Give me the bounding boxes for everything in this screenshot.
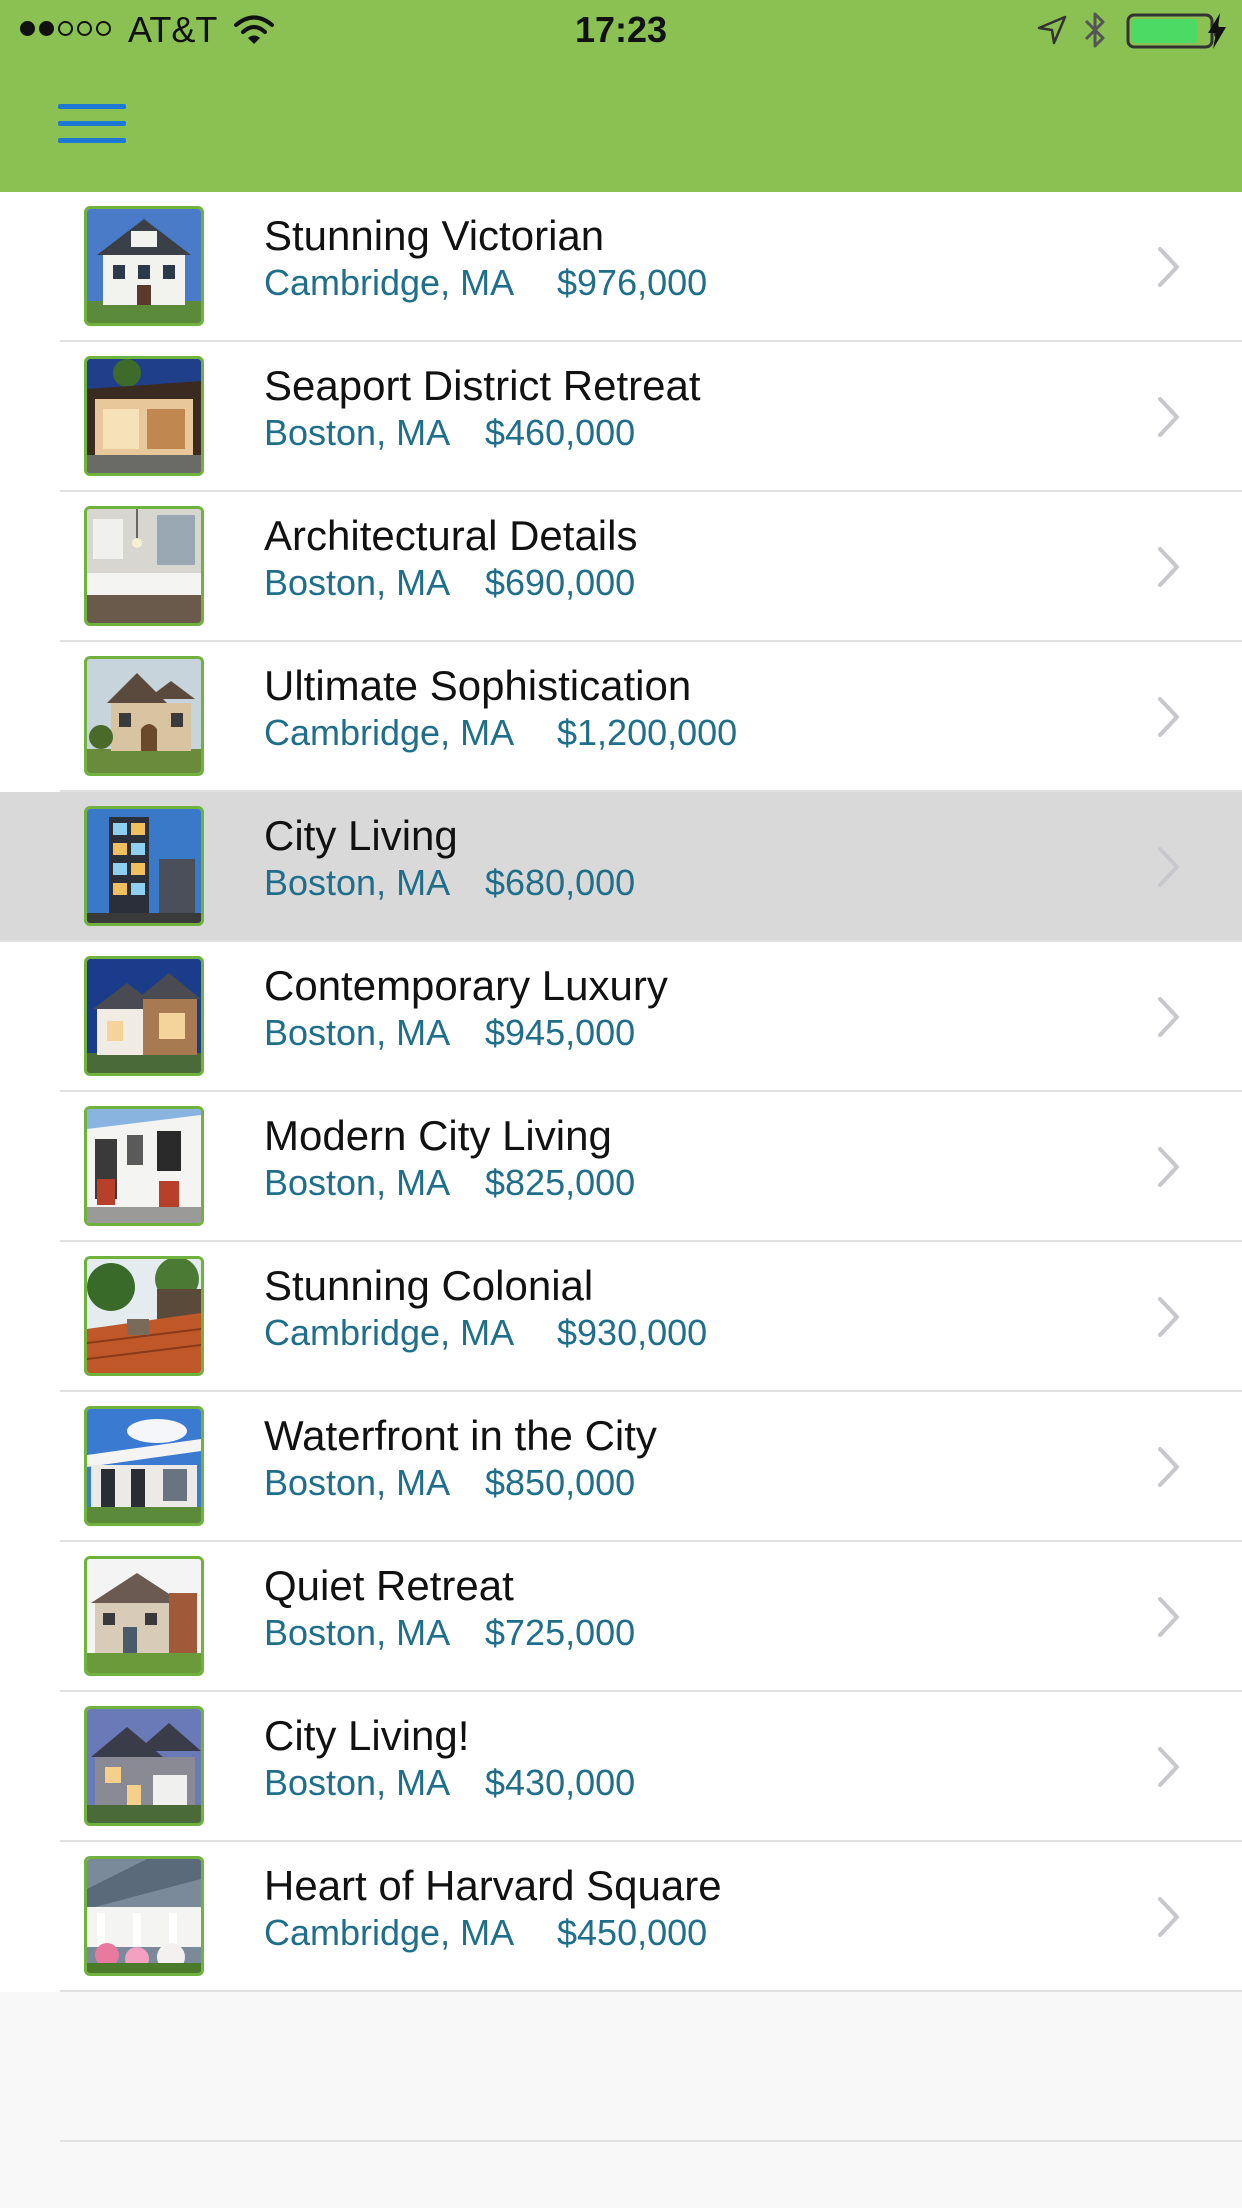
listing-price: $930,000: [557, 1312, 708, 1353]
chevron-right-icon: [1158, 1147, 1179, 1187]
listing-row[interactable]: Contemporary Luxury Boston, MA $945,000: [0, 942, 1242, 1092]
listing-location: Boston, MA: [264, 862, 451, 903]
listing-title: Seaport District Retreat: [264, 362, 701, 409]
listing-row[interactable]: City Living Boston, MA $680,000: [0, 792, 1242, 942]
listing-title: Quiet Retreat: [264, 1562, 514, 1609]
chevron-right-icon: [1158, 247, 1179, 287]
house-photo-thumbnail: [84, 1256, 204, 1376]
listing-price: $460,000: [485, 412, 636, 453]
status-bar: AT&T 17:23: [0, 0, 1242, 60]
listing-title: Ultimate Sophistication: [264, 662, 692, 709]
charging-bolt-icon: [1208, 13, 1226, 49]
listing-price: $1,200,000: [557, 712, 738, 753]
listing-title: Stunning Victorian: [264, 212, 605, 259]
listing-title: City Living: [264, 812, 458, 859]
listing-price: $725,000: [485, 1612, 636, 1653]
house-photo-thumbnail: [84, 1556, 204, 1676]
empty-row-divider: [60, 2140, 1242, 2142]
chevron-right-icon: [1158, 697, 1179, 737]
house-photo-thumbnail: [84, 356, 204, 476]
house-photo-thumbnail: [84, 656, 204, 776]
listing-location: Cambridge, MA: [264, 1312, 515, 1353]
house-photo-thumbnail: [84, 806, 204, 926]
bluetooth-icon: [1084, 12, 1105, 48]
listing-row[interactable]: Waterfront in the City Boston, MA $850,0…: [0, 1392, 1242, 1542]
house-photo-thumbnail: [84, 1706, 204, 1826]
house-photo-thumbnail: [84, 1856, 204, 1976]
listing-location: Cambridge, MA: [264, 712, 515, 753]
listing-title: City Living!: [264, 1712, 470, 1759]
listing-title: Architectural Details: [264, 512, 638, 559]
chevron-right-icon: [1158, 547, 1179, 587]
listing-row[interactable]: Ultimate Sophistication Cambridge, MA $1…: [0, 642, 1242, 792]
listing-location: Boston, MA: [264, 1462, 451, 1503]
listing-price: $430,000: [485, 1762, 636, 1803]
chevron-right-icon: [1158, 1597, 1179, 1637]
listing-row[interactable]: Heart of Harvard Square Cambridge, MA $4…: [0, 1842, 1242, 1992]
house-photo-thumbnail: [84, 506, 204, 626]
listing-title: Modern City Living: [264, 1112, 612, 1159]
listing-price: $825,000: [485, 1162, 636, 1203]
listing-row[interactable]: Modern City Living Boston, MA $825,000: [0, 1092, 1242, 1242]
listing-row[interactable]: Architectural Details Boston, MA $690,00…: [0, 492, 1242, 642]
listing-location: Boston, MA: [264, 1762, 451, 1803]
listing-list: Stunning Victorian Cambridge, MA $976,00…: [0, 192, 1242, 1992]
listing-row[interactable]: Quiet Retreat Boston, MA $725,000: [0, 1542, 1242, 1692]
house-photo-thumbnail: [84, 206, 204, 326]
listing-location: Boston, MA: [264, 562, 451, 603]
listing-location: Cambridge, MA: [264, 1912, 515, 1953]
chevron-right-icon: [1158, 397, 1179, 437]
chevron-right-icon: [1158, 997, 1179, 1037]
listing-title: Contemporary Luxury: [264, 962, 668, 1009]
listing-title: Waterfront in the City: [264, 1412, 657, 1459]
listing-price: $450,000: [557, 1912, 708, 1953]
hamburger-menu-icon[interactable]: [58, 104, 126, 144]
listing-title: Heart of Harvard Square: [264, 1862, 722, 1909]
house-photo-thumbnail: [84, 1406, 204, 1526]
listing-price: $690,000: [485, 562, 636, 603]
chevron-right-icon: [1158, 1297, 1179, 1337]
listing-location: Boston, MA: [264, 412, 451, 453]
chevron-right-icon: [1158, 1747, 1179, 1787]
listing-row[interactable]: Stunning Colonial Cambridge, MA $930,000: [0, 1242, 1242, 1392]
chevron-right-icon: [1158, 1447, 1179, 1487]
listing-location: Boston, MA: [264, 1612, 451, 1653]
listing-title: Stunning Colonial: [264, 1262, 594, 1309]
chevron-right-icon: [1158, 847, 1179, 887]
listing-location: Boston, MA: [264, 1162, 451, 1203]
listing-price: $680,000: [485, 862, 636, 903]
house-photo-thumbnail: [84, 1106, 204, 1226]
listing-price: $976,000: [557, 262, 708, 303]
listing-price: $945,000: [485, 1012, 636, 1053]
app-header: AT&T 17:23: [0, 0, 1242, 192]
location-arrow-icon: [1037, 15, 1067, 45]
listing-row[interactable]: Seaport District Retreat Boston, MA $460…: [0, 342, 1242, 492]
chevron-right-icon: [1158, 1897, 1179, 1937]
listing-row[interactable]: Stunning Victorian Cambridge, MA $976,00…: [0, 192, 1242, 342]
listing-row[interactable]: City Living! Boston, MA $430,000: [0, 1692, 1242, 1842]
listing-location: Boston, MA: [264, 1012, 451, 1053]
house-photo-thumbnail: [84, 956, 204, 1076]
listing-price: $850,000: [485, 1462, 636, 1503]
listing-location: Cambridge, MA: [264, 262, 515, 303]
